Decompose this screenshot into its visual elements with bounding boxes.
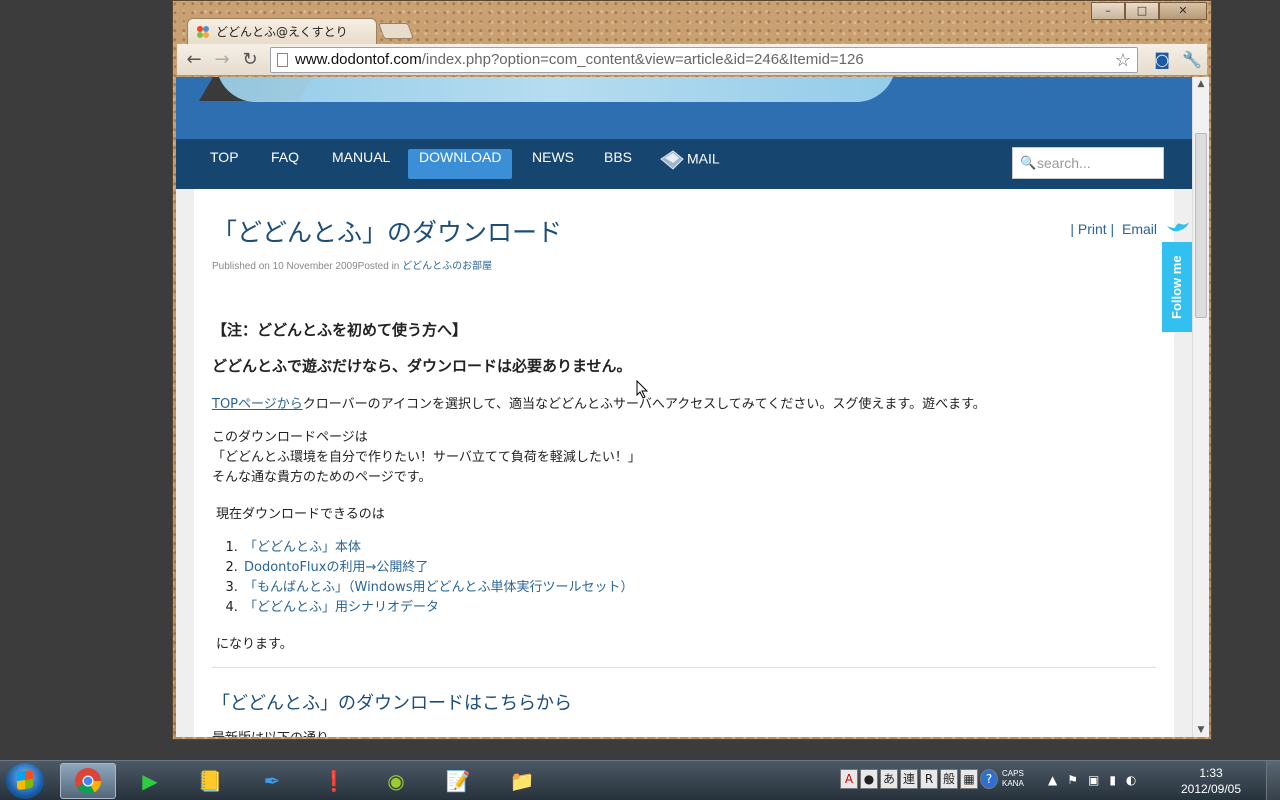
- system-tray-icons[interactable]: ▲⚑▣▮◐: [1048, 773, 1146, 787]
- download-item-main[interactable]: 「どどんとふ」本体: [242, 538, 634, 558]
- joomla-favicon-icon: [197, 25, 209, 38]
- download-item-scenario[interactable]: 「どどんとふ」用シナリオデータ: [242, 598, 634, 618]
- window-controls: – □ ✕: [1091, 2, 1207, 20]
- intro-paragraph: このダウンロードページは 「どどんとふ環境を自分で作りたい！サーバ立てて負荷を軽…: [212, 428, 1152, 488]
- scroll-down-icon[interactable]: ▼: [1193, 725, 1209, 735]
- page-viewport: TOP FAQ MANUAL DOWNLOAD NEWS BBS MAIL 🔍 …: [176, 77, 1192, 737]
- article-actions: | Print | Email: [1070, 221, 1157, 237]
- ball-app-icon[interactable]: ◉: [368, 763, 424, 799]
- search-input[interactable]: 🔍 search...: [1012, 147, 1164, 179]
- kana-indicator: KANA: [1002, 779, 1024, 788]
- url-host: www.dodontof.com: [295, 51, 422, 68]
- address-bar[interactable]: www.dodontof.com/index.php?option=com_co…: [270, 47, 1138, 73]
- extension-icon[interactable]: ◙: [1151, 49, 1173, 71]
- ime-ren[interactable]: 連: [900, 769, 918, 789]
- forward-icon[interactable]: →: [211, 49, 233, 71]
- bookmark-star-icon[interactable]: ☆: [1115, 48, 1131, 72]
- browser-tab[interactable]: どどんとふ@えくすとり: [187, 18, 377, 44]
- nav-mail[interactable]: MAIL: [648, 149, 731, 179]
- mouse-cursor-icon: [636, 380, 649, 399]
- windows-logo-icon: [17, 769, 33, 791]
- reload-icon[interactable]: ↻: [239, 49, 261, 71]
- vertical-scrollbar[interactable]: ▲ ▼: [1192, 77, 1209, 737]
- latest-version-text: 最新版は以下の通り: [212, 727, 329, 737]
- intro-line-2: 「どどんとふ環境を自分で作りたい！サーバ立てて負荷を軽減したい！」: [212, 450, 641, 465]
- search-placeholder: search...: [1037, 155, 1091, 171]
- line-app-icon[interactable]: ▶: [122, 763, 178, 799]
- nav-download[interactable]: DOWNLOAD: [408, 149, 513, 179]
- download-item-dodontoflux[interactable]: DodontoFluxの利用→公開終了: [242, 558, 634, 578]
- intro-line-3: そんな通な貴方のためのページです。: [212, 470, 432, 485]
- site-banner: [176, 77, 1192, 139]
- email-link[interactable]: Email: [1122, 221, 1157, 237]
- top-page-link[interactable]: TOPページから: [212, 397, 303, 412]
- closing-text: になります。: [216, 637, 293, 652]
- notice-heading: 【注：どどんとふを初めて使う方へ】: [212, 321, 468, 339]
- available-text: 現在ダウンロードできるのは: [216, 507, 385, 522]
- nav-faq[interactable]: FAQ: [260, 149, 310, 179]
- ime-r[interactable]: R: [920, 769, 938, 789]
- caps-indicator: CAPS: [1002, 769, 1024, 778]
- twitter-bird-icon: [1167, 222, 1189, 232]
- ime-help-icon[interactable]: ?: [980, 769, 998, 789]
- ime-hiragana[interactable]: あ: [880, 769, 898, 789]
- feather-app-icon[interactable]: ✒: [244, 763, 300, 799]
- nav-manual[interactable]: MANUAL: [321, 149, 401, 179]
- maximize-button[interactable]: □: [1125, 2, 1159, 20]
- print-link[interactable]: | Print |: [1070, 221, 1114, 237]
- ime-bar: A ● あ 連 R 般 ▦ ?: [840, 769, 998, 789]
- published-date: Published on 10 November 2009Posted in: [212, 261, 403, 272]
- article: 「どどんとふ」のダウンロード Published on 10 November …: [194, 189, 1174, 737]
- editor-app-icon[interactable]: 📝: [430, 763, 486, 799]
- notepad-app-icon[interactable]: 📒: [182, 763, 238, 799]
- top-page-paragraph: TOPページからクローバーのアイコンを選択して、適当などどんとふサーバへアクセス…: [212, 393, 1152, 412]
- clock-time: 1:33: [1199, 766, 1223, 780]
- chrome-icon: [75, 768, 102, 795]
- nav-mail-label: MAIL: [687, 150, 720, 167]
- explorer-app-icon[interactable]: 📁: [494, 763, 550, 799]
- ime-pad-icon[interactable]: ▦: [960, 769, 978, 789]
- category-link[interactable]: どどんとふのお部屋: [402, 261, 492, 272]
- site-logo[interactable]: [216, 77, 896, 102]
- back-icon[interactable]: ←: [183, 49, 205, 71]
- search-icon: 🔍: [1020, 155, 1037, 170]
- close-button[interactable]: ✕: [1159, 2, 1207, 20]
- mail-icon: [660, 150, 684, 170]
- follow-me-tab[interactable]: Follow me: [1162, 242, 1192, 332]
- chrome-taskbar-icon[interactable]: [60, 763, 116, 799]
- nav-news[interactable]: NEWS: [521, 149, 585, 179]
- divider: [212, 667, 1156, 668]
- tab-title: どどんとふ@えくすとり: [216, 25, 348, 39]
- intro-line-1: このダウンロードページは: [212, 430, 368, 445]
- browser-window: – □ ✕ どどんとふ@えくすとり ← → ↻ www.dodontof.com…: [172, 0, 1212, 740]
- ime-general[interactable]: 般: [940, 769, 958, 789]
- show-desktop-button[interactable]: [1266, 761, 1280, 800]
- clock-date: 2012/09/05: [1180, 782, 1242, 796]
- new-tab-button[interactable]: [378, 23, 414, 39]
- download-subheading: 「どどんとふ」のダウンロードはこちらから: [212, 693, 572, 714]
- scroll-up-icon[interactable]: ▲: [1193, 79, 1209, 89]
- ime-dot-icon[interactable]: ●: [860, 769, 878, 789]
- download-item-monbantof[interactable]: 「もんばんとふ」（Windows用どどんとふ単体実行ツールセット）: [242, 578, 634, 598]
- url-path: /index.php?option=com_content&view=artic…: [421, 51, 864, 68]
- download-list: 「どどんとふ」本体 DodontoFluxの利用→公開終了 「もんばんとふ」（W…: [242, 538, 634, 618]
- nav-top[interactable]: TOP: [199, 149, 250, 179]
- start-button[interactable]: [6, 763, 44, 799]
- nav-bbs[interactable]: BBS: [593, 149, 643, 179]
- scroll-thumb[interactable]: [1195, 133, 1207, 318]
- wrench-icon[interactable]: 🔧: [1181, 49, 1203, 71]
- ime-mode-icon[interactable]: A: [840, 769, 858, 789]
- minimize-button[interactable]: –: [1091, 2, 1125, 20]
- caps-kana-indicator: CAPS KANA: [1002, 769, 1024, 789]
- clock[interactable]: 1:33 2012/09/05: [1174, 765, 1248, 797]
- browser-toolbar: ← → ↻ www.dodontof.com/index.php?option=…: [177, 44, 1207, 76]
- page-title: 「どどんとふ」のダウンロード: [212, 218, 563, 247]
- page-icon: [277, 53, 288, 67]
- taskbar: ▶ 📒 ✒ ❗ ◉ 📝 📁 A ● あ 連 R 般 ▦ ? CAPS KANA …: [0, 760, 1280, 800]
- notice-line: どどんとふで遊ぶだけなら、ダウンロードは必要ありません。: [212, 357, 632, 375]
- article-meta: Published on 10 November 2009Posted in ど…: [212, 257, 492, 272]
- alert-app-icon[interactable]: ❗: [306, 763, 362, 799]
